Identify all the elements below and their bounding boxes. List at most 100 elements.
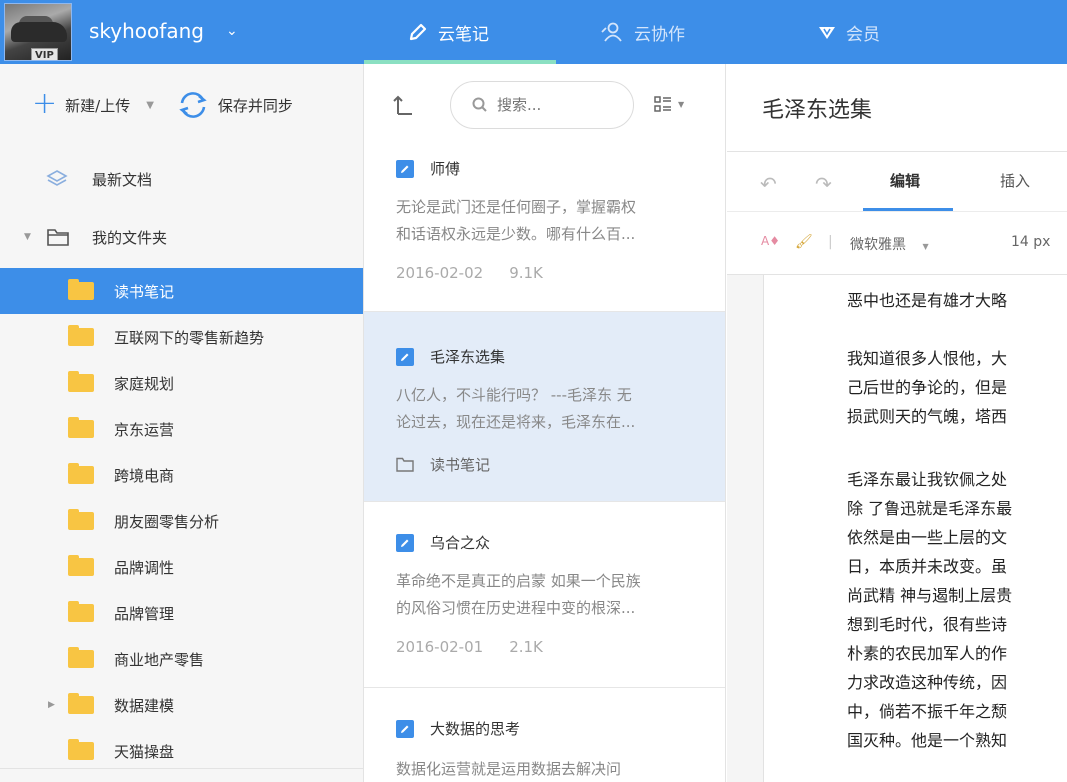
note-snippet-line: 论过去，现在还是将来，毛泽东在... <box>396 413 636 431</box>
tab-edit[interactable]: 编辑 <box>890 170 920 191</box>
sidebar-item-folder-label: 京东运营 <box>114 420 175 439</box>
note-snippet-line: 无论是武门还是任何圈子，掌握霸权 <box>396 198 637 216</box>
note-size: 9.1K <box>509 264 543 282</box>
note-date: 2016-02-02 <box>396 264 484 282</box>
sidebar-item-recent-label: 最新文档 <box>92 170 153 189</box>
save-sync-button[interactable]: 保存并同步 <box>176 90 293 120</box>
tab-membership[interactable]: 会员 <box>818 0 880 64</box>
sidebar-item-folder[interactable]: 商业地产零售 <box>0 636 363 682</box>
paragraph-line[interactable]: 国灭种。他是一个熟知 <box>847 726 1067 755</box>
font-family-select[interactable]: 微软雅黑 ▼ <box>850 234 929 254</box>
sidebar-item-my-folders-label: 我的文件夹 <box>92 228 168 247</box>
paragraph-line[interactable]: 尚武精 神与遏制上层贵 <box>847 581 1067 610</box>
folder-icon <box>68 463 94 484</box>
paragraph-line[interactable]: 日，本质并未改变。虽 <box>847 552 1067 581</box>
paragraph-line[interactable]: 损武则天的气魄，塔西 <box>847 402 1067 431</box>
paragraph-line[interactable]: 朴素的农民加军人的作 <box>847 639 1067 668</box>
tab-cloud-collab[interactable]: 云协作 <box>600 0 685 64</box>
paragraph-line[interactable]: 想到毛时代，很有些诗 <box>847 610 1067 639</box>
triangle-right-icon[interactable]: ▶ <box>48 700 55 710</box>
sidebar-item-folder[interactable]: ▶ 数据建模 <box>0 682 363 728</box>
note-snippet: 无论是武门还是任何圈子，掌握霸权 和话语权永远是少数。哪有什么百... <box>396 194 696 248</box>
paragraph-line[interactable]: 依然是由一些上层的文 <box>847 523 1067 552</box>
font-size-select[interactable]: 14 px <box>1011 234 1050 250</box>
avatar[interactable]: VIP <box>4 3 72 61</box>
note-size: 2.1K <box>509 638 543 656</box>
folder-icon <box>68 325 94 346</box>
list-item[interactable]: 师傅 无论是武门还是任何圈子，掌握霸权 和话语权永远是少数。哪有什么百... 2… <box>364 146 725 312</box>
note-folder: 读书笔记 <box>396 454 490 475</box>
new-upload-label: 新建/上传 <box>65 96 131 115</box>
sort-icon[interactable] <box>392 94 416 116</box>
sidebar-item-folder[interactable]: 品牌管理 <box>0 590 363 636</box>
sidebar-item-folder[interactable]: 京东运营 <box>0 406 363 452</box>
search-input[interactable] <box>497 96 607 114</box>
sidebar-item-folder[interactable]: 跨境电商 <box>0 452 363 498</box>
note-snippet-line: 革命绝不是真正的启蒙 如果一个民族 <box>396 572 641 590</box>
folder-icon <box>68 509 94 530</box>
folder-icon <box>68 647 94 668</box>
paragraph-line[interactable]: 恶中也还是有雄才大略 <box>847 286 1067 315</box>
editor: 毛泽东选集 ↶ ↷ 编辑 插入 A♦ 🖌 | 微软雅黑 ▼ 14 px 恶中也还… <box>727 64 1067 782</box>
sidebar-item-folder[interactable]: 互联网下的零售新趋势 <box>0 314 363 360</box>
list-item[interactable]: 毛泽东选集 八亿人，不斗能行吗？ ---毛泽东 无 论过去，现在还是将来，毛泽东… <box>364 312 725 502</box>
sidebar-item-folder-label: 数据建模 <box>114 696 175 715</box>
caret-down-icon: ▼ <box>678 99 685 109</box>
search-box[interactable] <box>450 81 634 129</box>
tab-insert[interactable]: 插入 <box>1000 170 1030 191</box>
note-title-text: 大数据的思考 <box>430 720 521 738</box>
note-title: 师傅 <box>396 158 460 179</box>
active-tab-indicator <box>863 208 953 211</box>
tab-cloud-notes[interactable]: 云笔记 <box>408 0 489 64</box>
clear-format-icon[interactable]: A♦ <box>761 234 780 248</box>
new-upload-button[interactable]: + 新建/上传 ▼ <box>32 85 154 121</box>
people-icon <box>601 22 622 42</box>
sync-icon <box>179 92 207 118</box>
sidebar-item-folder[interactable]: 朋友圈零售分析 <box>0 498 363 544</box>
chevron-down-icon[interactable]: ⌄ <box>226 18 238 44</box>
sidebar-item-folder[interactable]: 家庭规划 <box>0 360 363 406</box>
note-icon <box>396 533 414 552</box>
paragraph-line[interactable]: 中，倘若不振千年之颓 <box>847 697 1067 726</box>
folder-icon <box>68 555 94 576</box>
divider <box>0 768 363 769</box>
format-painter-icon[interactable]: 🖌 <box>795 234 813 250</box>
sidebar-item-folder-label: 商业地产零售 <box>114 650 205 669</box>
paragraph-line[interactable]: 除 了鲁迅就是毛泽东最 <box>847 494 1067 523</box>
paragraph-line[interactable]: 己后世的争论的，但是 <box>847 373 1067 402</box>
sidebar-item-recent[interactable]: 最新文档 <box>0 156 363 202</box>
folder-icon <box>68 279 94 300</box>
paragraph-line[interactable]: 我知道很多人恨他，大 <box>847 344 1067 373</box>
note-snippet-line: 的风俗习惯在历史进程中变的根深... <box>396 599 636 617</box>
triangle-down-icon[interactable]: ▼ <box>24 232 31 242</box>
note-list: ▼ 师傅 无论是武门还是任何圈子，掌握霸权 和话语权永远是少数。哪有什么百...… <box>364 64 726 782</box>
caret-down-icon[interactable]: ▼ <box>146 100 154 111</box>
note-snippet-line: 和话语权永远是少数。哪有什么百... <box>396 225 636 243</box>
paragraph-line[interactable]: 力求改造这种传统，因 <box>847 668 1067 697</box>
list-item[interactable]: 大数据的思考 数据化运营就是运用数据去解决问 <box>364 688 725 782</box>
view-mode-button[interactable]: ▼ <box>654 96 684 112</box>
list-item[interactable]: 乌合之众 革命绝不是真正的启蒙 如果一个民族 的风俗习惯在历史进程中变的根深..… <box>364 502 725 688</box>
note-snippet-line: 数据化运营就是运用数据去解决问 <box>396 760 622 778</box>
format-toolbar: A♦ 🖌 | 微软雅黑 ▼ 14 px <box>727 212 1067 275</box>
folder-icon <box>68 693 94 714</box>
divider: | <box>828 234 833 250</box>
sidebar-toolbar: + 新建/上传 ▼ 保存并同步 <box>0 64 364 146</box>
caret-down-icon: ▼ <box>922 242 929 251</box>
note-icon <box>396 347 414 366</box>
note-date: 2016-02-01 <box>396 638 484 656</box>
note-title-text: 乌合之众 <box>430 534 491 552</box>
username[interactable]: skyhoofang <box>89 18 204 44</box>
paragraph-line[interactable]: 毛泽东最让我钦佩之处 <box>847 465 1067 494</box>
sidebar-item-my-folders[interactable]: ▼ 我的文件夹 <box>0 214 363 260</box>
plus-icon: + <box>32 85 58 121</box>
sidebar-item-folder-label: 读书笔记 <box>114 282 175 301</box>
sidebar-item-folder[interactable]: 品牌调性 <box>0 544 363 590</box>
sidebar-item-folder[interactable]: 读书笔记 <box>0 268 363 314</box>
note-title-field[interactable]: 毛泽东选集 <box>762 92 872 124</box>
redo-icon[interactable]: ↷ <box>815 172 832 196</box>
note-snippet: 数据化运营就是运用数据去解决问 <box>396 756 696 782</box>
undo-icon[interactable]: ↶ <box>760 172 777 196</box>
top-bar: VIP skyhoofang ⌄ 云笔记 云协作 会员 <box>0 0 1067 64</box>
note-snippet: 八亿人，不斗能行吗？ ---毛泽东 无 论过去，现在还是将来，毛泽东在... <box>396 382 696 436</box>
